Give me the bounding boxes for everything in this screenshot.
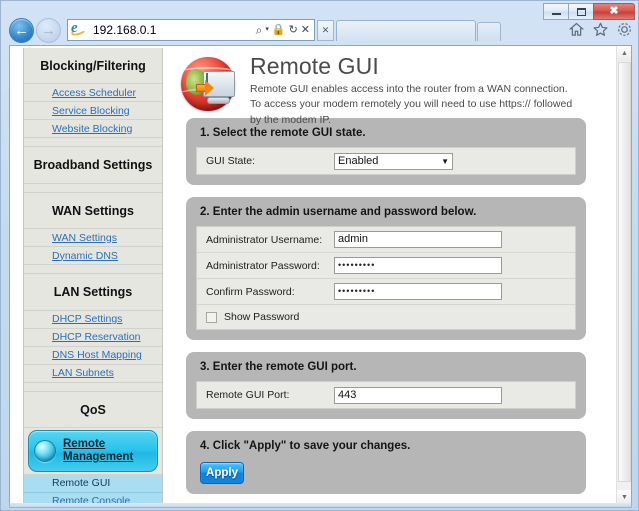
sidebar-item-dynamic-dns[interactable]: Dynamic DNS (24, 247, 162, 266)
sidebar-spacer (24, 138, 162, 148)
page-canvas: Blocking/Filtering Access Scheduler Serv… (10, 46, 618, 503)
page-viewport: Blocking/Filtering Access Scheduler Serv… (9, 45, 632, 504)
section-credentials-title: 2. Enter the admin username and password… (200, 206, 477, 218)
gui-state-select[interactable]: Enabled ▼ (334, 152, 453, 170)
confirm-password-input[interactable]: ••••••••• (334, 283, 502, 300)
search-icon[interactable]: ⌕ (256, 24, 263, 36)
new-tab-button[interactable] (477, 22, 501, 41)
apply-button[interactable]: Apply (200, 462, 244, 484)
sidebar-group-remote-management-wrap: Remote Management (24, 428, 162, 475)
show-password-checkbox[interactable] (206, 311, 217, 323)
stop-icon[interactable]: ✕ (301, 24, 310, 36)
confirm-password-row: Confirm Password: ••••••••• (197, 279, 575, 305)
glossy-orb-icon (34, 439, 56, 462)
password-label: Administrator Password: (206, 259, 320, 272)
section-port-body: Remote GUI Port: 443 (196, 381, 576, 409)
section-gui-state-title: 1. Select the remote GUI state. (200, 127, 366, 139)
section-port-title: 3. Enter the remote GUI port. (200, 361, 357, 373)
section-gui-state: 1. Select the remote GUI state. GUI Stat… (186, 118, 586, 185)
section-apply: 4. Click "Apply" to save your changes. A… (186, 431, 586, 494)
address-bar[interactable]: e 192.168.0.1 ⌕ ▾ 🔒 ↻ ✕ (67, 19, 315, 41)
tab-close-icon: ✕ (321, 24, 330, 35)
page-title: Remote GUI (250, 53, 379, 79)
sidebar-group-wan-settings: WAN Settings (24, 193, 162, 230)
page-header-text: Remote GUI Remote GUI enables access int… (241, 52, 575, 128)
tab-close-button[interactable]: ✕ (317, 19, 334, 41)
sidebar-group-blocking-filtering: Blocking/Filtering (24, 48, 162, 85)
section-credentials: 2. Enter the admin username and password… (186, 197, 586, 340)
remote-gui-port-input[interactable]: 443 (334, 386, 502, 404)
forward-arrow-icon: → (41, 21, 56, 39)
show-password-label: Show Password (224, 311, 300, 323)
address-input[interactable]: 192.168.0.1 (87, 23, 256, 37)
page-header: Remote GUI Remote GUI enables access int… (175, 46, 605, 126)
browser-navigation-bar: ← → e 192.168.0.1 ⌕ ▾ 🔒 ↻ ✕ ✕ (1, 15, 639, 45)
chevron-down-icon: ▼ (441, 156, 449, 166)
chevron-down-icon[interactable]: ▾ (265, 26, 269, 33)
internet-explorer-icon: e (70, 21, 87, 38)
username-label: Administrator Username: (206, 233, 323, 246)
sidebar-item-dns-host-mapping[interactable]: DNS Host Mapping (24, 347, 162, 365)
gui-state-row: GUI State: Enabled ▼ (197, 148, 575, 174)
browser-tab[interactable] (336, 20, 476, 41)
gui-state-label: GUI State: (206, 155, 256, 167)
show-password-row: Show Password (197, 305, 575, 329)
sidebar-spacer (24, 265, 162, 275)
browser-status-bar (9, 503, 632, 508)
remote-gui-port-row: Remote GUI Port: 443 (197, 382, 575, 408)
home-icon[interactable] (569, 22, 584, 37)
confirm-password-label: Confirm Password: (206, 285, 295, 298)
remote-gui-globe-monitor-icon (179, 54, 241, 116)
username-row: Administrator Username: admin (197, 227, 575, 253)
section-credentials-body: Administrator Username: admin Administra… (196, 226, 576, 330)
tab-strip (336, 19, 501, 41)
vertical-scrollbar[interactable]: ▲ ▼ (616, 46, 631, 503)
sidebar-item-remote-gui[interactable]: Remote GUI (24, 474, 162, 493)
password-row: Administrator Password: ••••••••• (197, 253, 575, 279)
sidebar-group-qos[interactable]: QoS (24, 392, 162, 428)
address-bar-icons: ⌕ ▾ 🔒 ↻ ✕ (256, 24, 314, 36)
browser-window: ✖ ← → e 192.168.0.1 ⌕ ▾ 🔒 ↻ ✕ ✕ Blocking… (0, 0, 639, 511)
sidebar-item-remote-management-label: Remote Management (63, 437, 134, 463)
sidebar-item-remote-management[interactable]: Remote Management (28, 429, 158, 472)
sidebar-item-website-blocking[interactable]: Website Blocking (24, 120, 162, 139)
sidebar-item-dhcp-reservation[interactable]: DHCP Reservation (24, 329, 162, 347)
sidebar-spacer (24, 383, 162, 392)
remote-gui-port-label: Remote GUI Port: (206, 389, 290, 401)
lock-icon: 🔒 (271, 23, 286, 36)
arrow-tip (205, 80, 214, 96)
scrollbar-thumb[interactable] (618, 62, 631, 482)
sidebar-item-dhcp-settings[interactable]: DHCP Settings (24, 311, 162, 329)
main-content: Remote GUI Remote GUI enables access int… (175, 46, 605, 503)
router-admin-page: Blocking/Filtering Access Scheduler Serv… (10, 46, 618, 503)
administrator-password-input[interactable]: ••••••••• (334, 257, 502, 274)
sidebar-group-lan-settings: LAN Settings (24, 274, 162, 311)
section-port: 3. Enter the remote GUI port. Remote GUI… (186, 352, 586, 419)
sidebar-group-broadband-settings[interactable]: Broadband Settings (24, 147, 162, 184)
sidebar-navigation: Blocking/Filtering Access Scheduler Serv… (23, 48, 163, 503)
section-gui-state-body: GUI State: Enabled ▼ (196, 147, 576, 175)
scroll-up-button[interactable]: ▲ (617, 46, 631, 61)
section-apply-title: 4. Click "Apply" to save your changes. (200, 440, 411, 452)
forward-button[interactable]: → (36, 17, 61, 43)
tools-gear-icon[interactable] (617, 22, 632, 37)
back-button[interactable]: ← (9, 17, 34, 43)
sidebar-item-lan-subnets[interactable]: LAN Subnets (24, 365, 162, 383)
sidebar-item-service-blocking[interactable]: Service Blocking (24, 102, 162, 121)
favorites-star-icon[interactable] (593, 22, 608, 37)
back-arrow-icon: ← (14, 21, 29, 39)
sidebar-spacer (24, 184, 162, 193)
browser-toolbar-right (569, 22, 632, 37)
gui-state-value: Enabled (338, 155, 379, 167)
scroll-down-button[interactable]: ▼ (617, 490, 631, 503)
page-description: Remote GUI enables access into the route… (250, 83, 573, 126)
sidebar-item-wan-settings[interactable]: WAN Settings (24, 229, 162, 248)
refresh-icon[interactable]: ↻ (289, 24, 298, 36)
administrator-username-input[interactable]: admin (334, 231, 502, 248)
sidebar-item-access-scheduler[interactable]: Access Scheduler (24, 84, 162, 103)
monitor-base (207, 97, 230, 104)
